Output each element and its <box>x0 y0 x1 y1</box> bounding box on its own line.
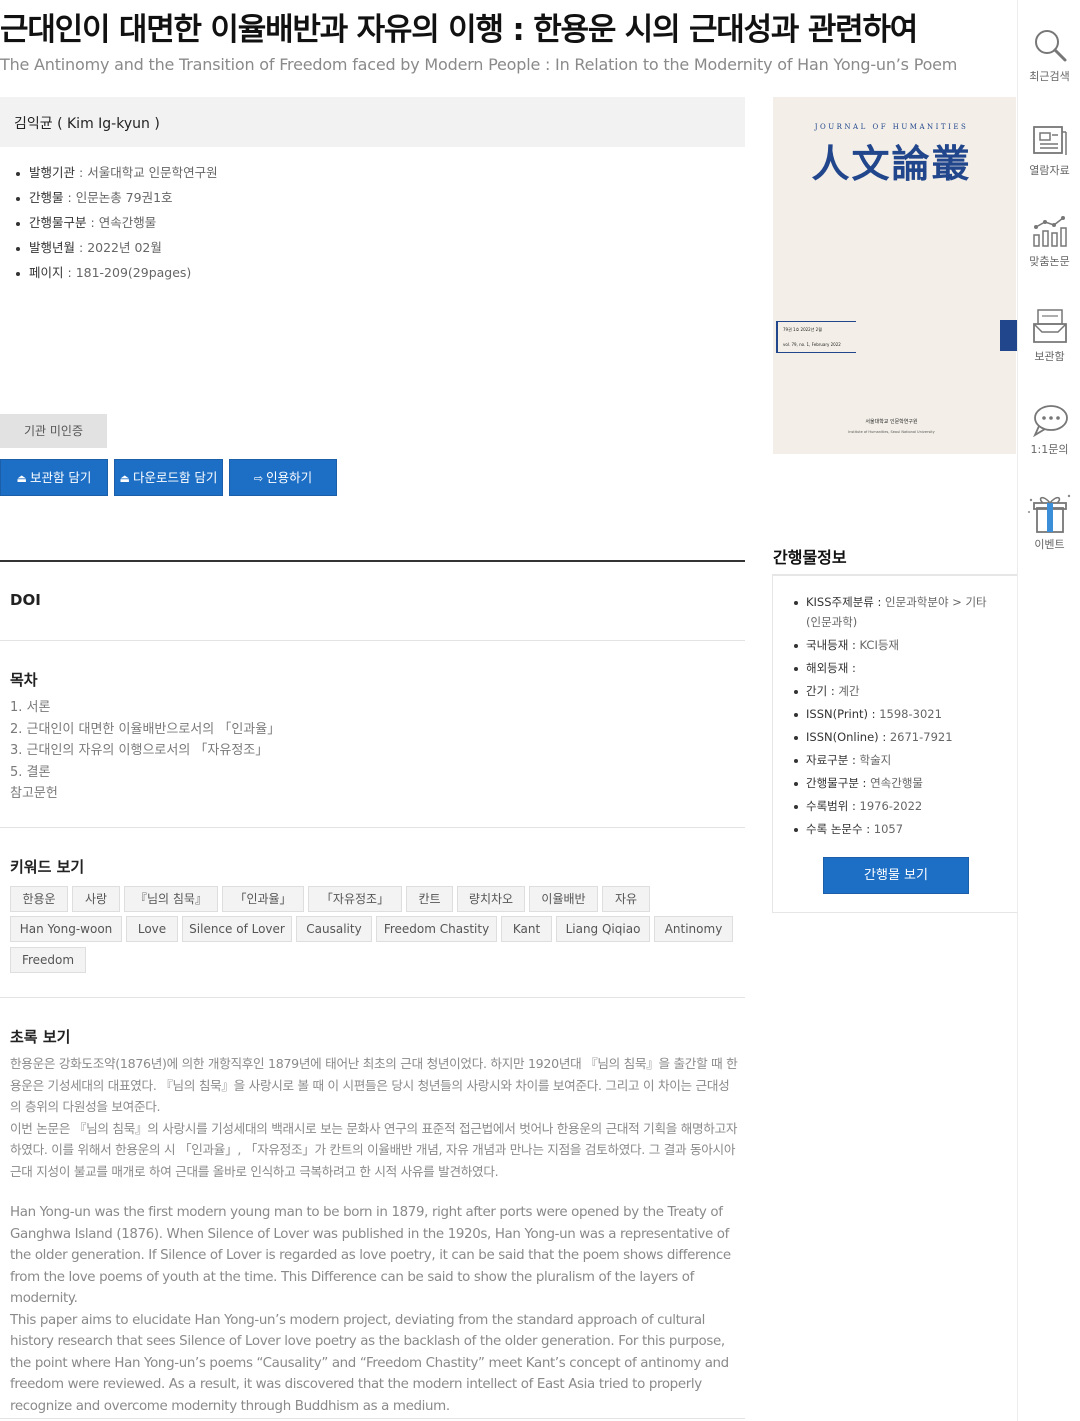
divider <box>0 997 745 998</box>
divider <box>0 640 745 641</box>
pub-info-item: 간행물구분 : 연속간행물 <box>794 773 999 793</box>
abstract-paragraph: 이번 논문은 『님의 침묵』의 사랑시를 기성세대의 백래시로 보는 문화사 연… <box>10 1120 738 1179</box>
journal-cover-image: JOURNAL OF HUMANITIES 人文論叢 79권 1호 2022년 … <box>773 97 1016 454</box>
pub-info-item: 자료구분 : 학술지 <box>794 750 999 770</box>
pub-info-item: 간기 : 계간 <box>794 681 999 701</box>
abstract-english: Han Yong-un was the first modern young m… <box>10 1202 740 1417</box>
keyword-tag[interactable]: Freedom <box>10 947 86 973</box>
keyword-tag[interactable]: Silence of Lover <box>182 916 292 942</box>
toc-heading: 목차 <box>10 671 38 689</box>
keyword-tag[interactable]: 한용운 <box>10 886 68 912</box>
keyword-tag[interactable]: 「인과율」 <box>222 886 304 912</box>
toc-item: 3. 근대인의 자유의 이행으로서의 「자유정조」 <box>10 743 269 758</box>
toc-item: 1. 서론 <box>10 700 51 715</box>
sidebar-item-library[interactable]: 보관함 <box>1018 306 1080 364</box>
keyword-tag[interactable]: Freedom Chastity <box>376 916 497 942</box>
author-bar: 김익균 ( Kim Ig-kyun ) <box>0 97 745 147</box>
abstract-korean: 한용운은 강화도조약(1876년)에 의한 개항직후인 1879년에 태어난 최… <box>10 1053 740 1182</box>
share-icon: ⇨ <box>253 472 264 485</box>
meta-item-date: 발행년월 : 2022년 02월 <box>16 238 218 263</box>
meta-item-pages: 페이지 : 181-209(29pages) <box>16 263 218 288</box>
keyword-tag[interactable]: Liang Qiqiao <box>556 916 650 942</box>
keyword-tag[interactable]: Han Yong-woon <box>10 916 122 942</box>
pub-info-item: 수록범위 : 1976-2022 <box>794 796 999 816</box>
institution-auth-badge: 기관 미인증 <box>0 414 107 448</box>
pub-info-item: 해외등재 : <box>794 658 999 678</box>
meta-item-type: 간행물구분 : 연속간행물 <box>16 213 218 238</box>
pub-info-item: 국내등재 : KCI등재 <box>794 635 999 655</box>
keyword-tag[interactable]: 자유 <box>602 886 650 912</box>
add-to-downloads-button[interactable]: ⏏ 다운로드함 담기 <box>114 459 223 496</box>
keyword-tag[interactable]: Antinomy <box>654 916 733 942</box>
keyword-tag[interactable]: Kant <box>501 916 552 942</box>
keywords-heading: 키워드 보기 <box>10 858 85 876</box>
sidebar-item-recommended[interactable]: 맞춤논문 <box>1018 213 1080 269</box>
keyword-tag[interactable]: 량치차오 <box>457 886 525 912</box>
cover-publisher-ko: 서울대학교 인문학연구원 <box>865 419 918 425</box>
divider <box>0 827 745 828</box>
pub-info-heading: 간행물정보 <box>773 548 847 567</box>
quick-menu-sidebar: 최근검색 열람자료 맞춤논문 보관함 1:1문의 이벤트 <box>1017 0 1080 1421</box>
keyword-tag[interactable]: 이율배반 <box>529 886 598 912</box>
meta-item-journal: 간행물 : 인문논총 79권1호 <box>16 188 218 213</box>
pub-info-item: ISSN(Print) : 1598-3021 <box>794 704 999 724</box>
view-publication-button[interactable]: 간행물 보기 <box>823 857 969 894</box>
toc-item: 2. 근대인이 대면한 이율배반으로서의 「인과율」 <box>10 721 281 737</box>
pub-info-item: ISSN(Online) : 2671-7921 <box>794 727 999 747</box>
pub-info-item: KISS주제분류 : 인문과학분야 > 기타(인문과학) <box>794 592 999 632</box>
meta-item-publisher: 발행기관 : 서울대학교 인문학연구원 <box>16 163 218 188</box>
inbox-icon: ⏏ <box>16 472 27 485</box>
cover-journal-en: JOURNAL OF HUMANITIES <box>814 123 969 131</box>
pub-info-list: KISS주제분류 : 인문과학분야 > 기타(인문과학) 국내등재 : KCI등… <box>794 592 999 842</box>
article-meta-list: 발행기관 : 서울대학교 인문학연구원 간행물 : 인문논총 79권1호 간행물… <box>16 163 218 288</box>
abstract-paragraph: Han Yong-un was the first modern young m… <box>10 1205 731 1306</box>
doi-heading: DOI <box>10 591 41 609</box>
page-title: 근대인이 대면한 이율배반과 자유의 이행 : 한용운 시의 근대성과 관련하여 <box>0 12 918 48</box>
cover-issue-box: 79권 1호 2022년 2월 vol. 79, no. 1, February… <box>776 321 856 353</box>
keyword-tag[interactable]: 「자유정조」 <box>308 886 402 912</box>
toc-item: 참고문헌 <box>10 786 58 801</box>
cover-journal-title: 人文論叢 <box>811 141 972 186</box>
cover-spine-marker <box>1000 320 1017 351</box>
abstract-paragraph: 한용운은 강화도조약(1876년)에 의한 개항직후인 1879년에 태어난 최… <box>10 1056 738 1114</box>
keyword-tag[interactable]: 칸트 <box>406 886 453 912</box>
cover-publisher-en: Institute of Humanities, Seoul National … <box>848 430 935 434</box>
abstract-heading: 초록 보기 <box>10 1028 71 1046</box>
save-to-library-button[interactable]: ⏏ 보관함 담기 <box>0 459 108 496</box>
chart-icon <box>1032 216 1067 247</box>
author-name[interactable]: 김익균 ( Kim Ig-kyun ) <box>14 113 160 133</box>
search-icon <box>1034 30 1066 62</box>
cite-button[interactable]: ⇨ 인용하기 <box>229 459 337 496</box>
inbox-icon: ⏏ <box>119 472 130 485</box>
journal-link[interactable]: 인문논총 79권1호 <box>76 190 173 205</box>
section-divider <box>0 560 745 562</box>
keyword-tag[interactable]: 『님의 침묵』 <box>124 886 218 912</box>
document-icon <box>1032 126 1067 155</box>
cover-issue-en: vol. 79, no. 1, February 2022 <box>783 342 841 347</box>
cover-issue-ko: 79권 1호 2022년 2월 <box>783 327 822 332</box>
gift-icon <box>1027 494 1070 533</box>
sidebar-item-event[interactable]: 이벤트 <box>1018 492 1080 552</box>
page-subtitle-en: The Antinomy and the Transition of Freed… <box>0 55 958 74</box>
abstract-paragraph: This paper aims to elucidate Han Yong-un… <box>10 1312 729 1414</box>
keyword-tag[interactable]: Love <box>126 916 178 942</box>
sidebar-item-inquiry[interactable]: 1:1문의 <box>1018 403 1080 457</box>
chat-icon <box>1032 405 1068 438</box>
keyword-tag[interactable]: 사랑 <box>72 886 120 912</box>
keyword-tag[interactable]: Causality <box>296 916 372 942</box>
pub-info-item: 수록 논문수 : 1057 <box>794 819 999 839</box>
sidebar-item-viewed[interactable]: 열람자료 <box>1018 124 1080 178</box>
inbox-icon <box>1032 309 1067 343</box>
toc-item: 5. 결론 <box>10 764 51 780</box>
toc-list: 1. 서론 2. 근대인이 대면한 이율배반으로서의 「인과율」 3. 근대인의… <box>10 697 280 805</box>
divider <box>0 1418 745 1419</box>
sidebar-item-recent-search[interactable]: 최근검색 <box>1018 26 1080 84</box>
